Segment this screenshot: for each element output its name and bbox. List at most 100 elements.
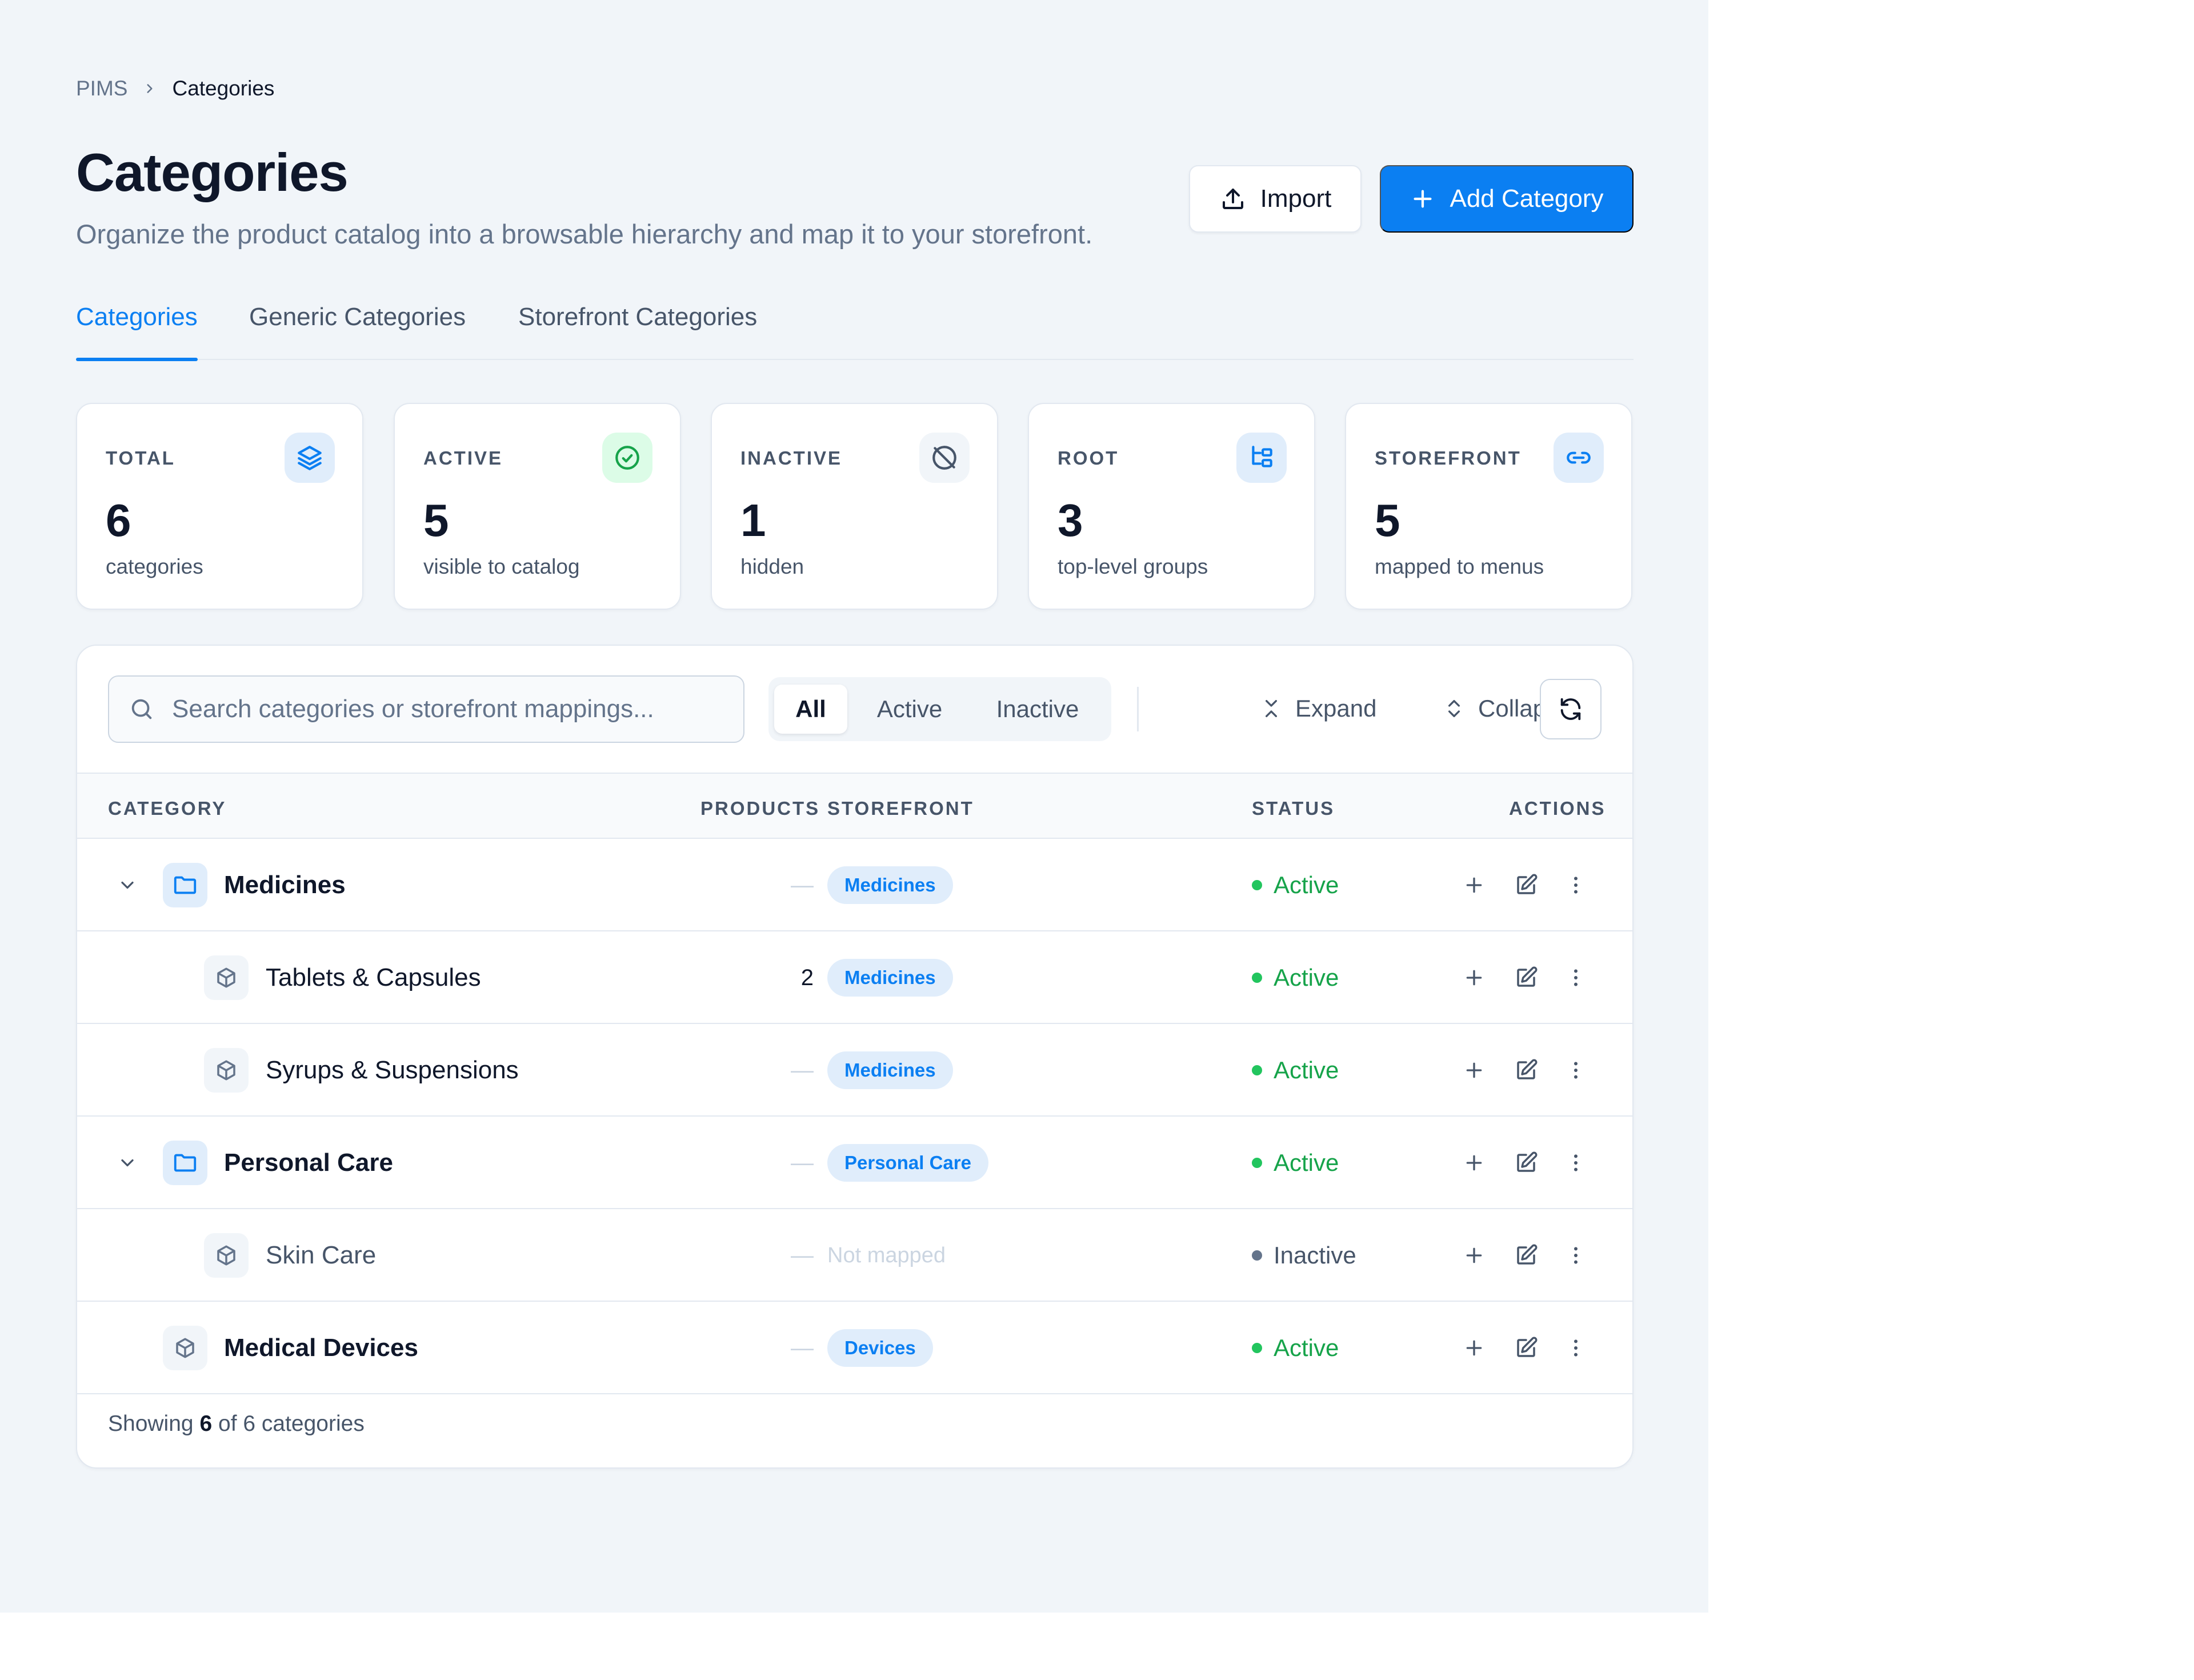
table-toolbar: All Active Inactive Expand Collapse — [77, 646, 1632, 773]
more-options-button[interactable] — [1559, 839, 1593, 931]
stat-caption: hidden — [740, 555, 804, 578]
collapse-icon — [1443, 697, 1466, 720]
stat-label: ROOT — [1058, 447, 1119, 469]
add-subcategory-button[interactable] — [1457, 839, 1491, 931]
import-button-label: Import — [1260, 185, 1332, 213]
add-subcategory-button[interactable] — [1457, 931, 1491, 1024]
tab-bar: Categories Generic Categories Storefront… — [76, 297, 1634, 361]
chevron-right-icon — [142, 81, 157, 96]
column-header-actions: ACTIONS — [1509, 798, 1606, 819]
category-name: Tablets & Capsules — [266, 963, 481, 991]
add-category-button-label: Add Category — [1450, 185, 1604, 213]
storefront-badge[interactable]: Medicines — [827, 959, 953, 997]
status-label: Active — [1274, 871, 1339, 898]
more-options-button[interactable] — [1559, 1024, 1593, 1117]
column-header-category[interactable]: CATEGORY — [108, 798, 226, 819]
link-icon — [1554, 433, 1604, 483]
add-subcategory-button[interactable] — [1457, 1024, 1491, 1117]
add-subcategory-button[interactable] — [1457, 1117, 1491, 1209]
product-count: — — [791, 872, 814, 898]
box-icon — [163, 1326, 207, 1370]
column-header-products[interactable]: PRODUCTS — [700, 798, 820, 819]
table-row[interactable]: Tablets & Capsules 2 Medicines Active — [77, 931, 1632, 1024]
filter-all[interactable]: All — [774, 685, 847, 734]
storefront-badge[interactable]: Personal Care — [827, 1144, 988, 1182]
status-dot — [1252, 1158, 1262, 1168]
layers-icon — [285, 433, 335, 483]
footer-shown-count: 6 — [199, 1411, 213, 1436]
category-name: Medical Devices — [224, 1334, 418, 1362]
eye-off-icon — [919, 433, 970, 483]
tree-icon — [1236, 433, 1287, 483]
more-options-button[interactable] — [1559, 931, 1593, 1024]
edit-button[interactable] — [1509, 839, 1543, 931]
stat-label: TOTAL — [106, 447, 175, 469]
stat-caption: visible to catalog — [423, 555, 580, 578]
status-dot — [1252, 1343, 1262, 1353]
storefront-badge[interactable]: Medicines — [827, 1051, 953, 1089]
storefront-mapping: Devices — [827, 1302, 933, 1394]
table-row[interactable]: Skin Care — Not mapped Inactive — [77, 1209, 1632, 1302]
footer-suffix: of 6 categories — [218, 1411, 365, 1436]
app-canvas: PIMS Categories Categories Organize the … — [0, 0, 1708, 1613]
search-icon — [129, 696, 155, 722]
edit-button[interactable] — [1509, 1209, 1543, 1302]
table-row[interactable]: Medicines — Medicines Active — [77, 839, 1632, 931]
filter-inactive[interactable]: Inactive — [972, 685, 1103, 734]
product-count: 2 — [800, 965, 814, 990]
filter-active[interactable]: Active — [847, 685, 972, 734]
add-subcategory-button[interactable] — [1457, 1302, 1491, 1394]
status-badge: Inactive — [1252, 1209, 1356, 1302]
expand-all-button[interactable]: Expand — [1260, 680, 1376, 737]
storefront-mapping: Medicines — [827, 839, 953, 931]
search-input[interactable] — [172, 695, 686, 723]
tab-storefront-categories[interactable]: Storefront Categories — [518, 303, 757, 360]
storefront-badge[interactable]: Medicines — [827, 866, 953, 904]
category-name: Personal Care — [224, 1149, 393, 1177]
status-dot — [1252, 880, 1262, 890]
breadcrumb-current: Categories — [172, 77, 275, 100]
refresh-button[interactable] — [1540, 679, 1602, 739]
status-dot — [1252, 1250, 1262, 1261]
status-dot — [1252, 973, 1262, 983]
tab-generic-categories[interactable]: Generic Categories — [249, 303, 466, 360]
edit-button[interactable] — [1509, 931, 1543, 1024]
status-badge: Active — [1252, 1302, 1339, 1394]
status-badge: Active — [1252, 1024, 1339, 1117]
categories-table-panel: All Active Inactive Expand Collapse — [76, 645, 1634, 1469]
edit-button[interactable] — [1509, 1117, 1543, 1209]
plus-icon — [1410, 186, 1436, 212]
more-options-button[interactable] — [1559, 1209, 1593, 1302]
upload-icon — [1219, 185, 1247, 213]
more-options-button[interactable] — [1559, 1302, 1593, 1394]
stat-card-total: TOTAL 6 categories — [76, 403, 363, 610]
add-category-button[interactable]: Add Category — [1380, 165, 1634, 233]
status-label: Active — [1274, 1149, 1339, 1176]
storefront-mapping: Personal Care — [827, 1117, 988, 1209]
chevron-down-icon[interactable] — [110, 1117, 145, 1209]
folder-icon — [163, 863, 207, 907]
page-subtitle: Organize the product catalog into a brow… — [76, 219, 1093, 249]
breadcrumb-root-link[interactable]: PIMS — [76, 77, 127, 101]
column-header-status[interactable]: STATUS — [1252, 798, 1335, 819]
box-icon — [204, 1233, 249, 1278]
stat-caption: mapped to menus — [1375, 555, 1544, 578]
add-subcategory-button[interactable] — [1457, 1209, 1491, 1302]
column-header-storefront[interactable]: STOREFRONT — [827, 798, 974, 819]
stat-caption: top-level groups — [1058, 555, 1208, 578]
edit-button[interactable] — [1509, 1302, 1543, 1394]
stat-label: ACTIVE — [423, 447, 503, 469]
stat-card-root: ROOT 3 top-level groups — [1028, 403, 1315, 610]
table-row[interactable]: Syrups & Suspensions — Medicines Active — [77, 1024, 1632, 1117]
storefront-badge[interactable]: Devices — [827, 1329, 933, 1367]
status-label: Active — [1274, 1057, 1339, 1083]
stat-value: 3 — [1058, 495, 1083, 546]
import-button[interactable]: Import — [1189, 165, 1362, 233]
tab-categories[interactable]: Categories — [76, 303, 198, 361]
table-row[interactable]: Personal Care — Personal Care Active — [77, 1117, 1632, 1209]
more-options-button[interactable] — [1559, 1117, 1593, 1209]
chevron-down-icon[interactable] — [110, 839, 145, 931]
edit-button[interactable] — [1509, 1024, 1543, 1117]
table-row[interactable]: Medical Devices — Devices Active — [77, 1302, 1632, 1394]
stat-card-inactive: INACTIVE 1 hidden — [711, 403, 998, 610]
